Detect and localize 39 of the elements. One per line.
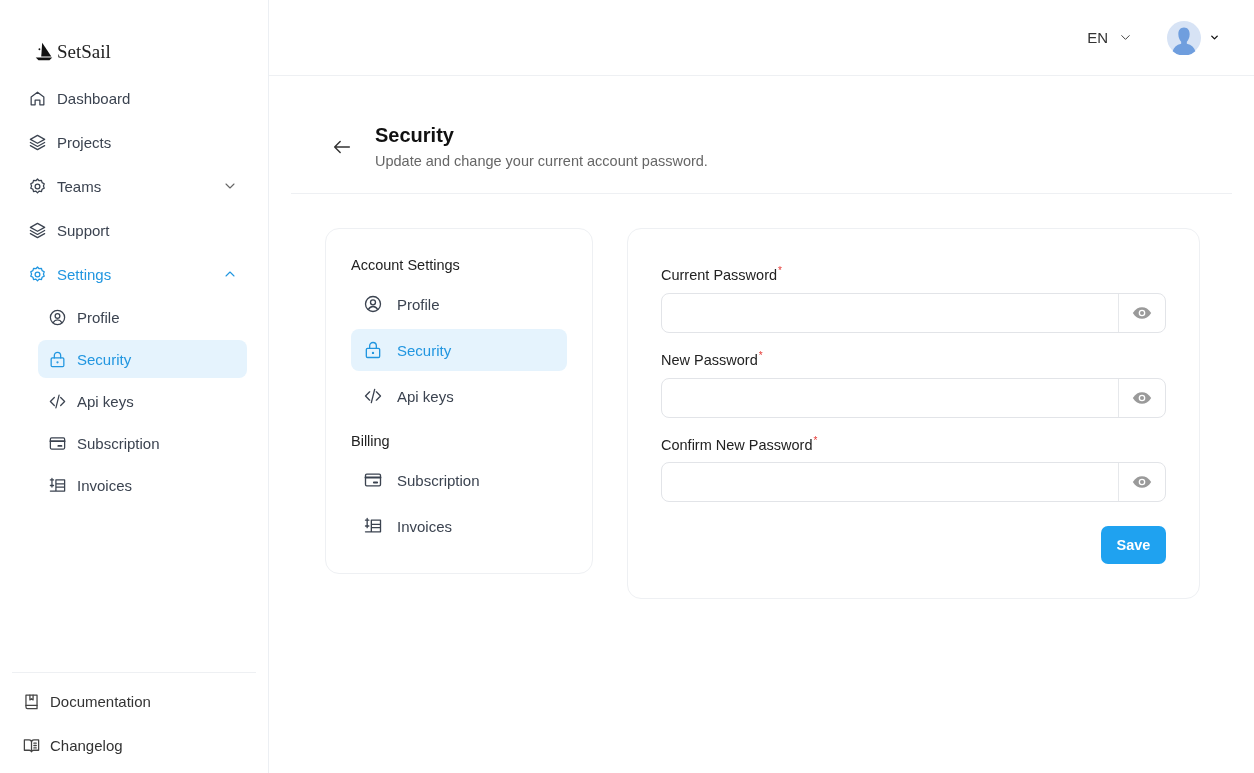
account-menu-button[interactable] <box>1167 20 1220 55</box>
settings-menu-item[interactable]: Api keys <box>351 375 567 417</box>
sidebar-link[interactable]: Changelog <box>12 723 256 767</box>
layers-icon <box>28 132 47 152</box>
nav-subitem[interactable]: Profile <box>38 298 247 336</box>
field-label: New Password$^{*}$ <box>661 349 764 368</box>
settings-menu-item[interactable]: Invoices <box>351 505 567 547</box>
code-icon <box>363 386 383 406</box>
settings-menu-item[interactable]: Profile <box>351 283 567 325</box>
gear-icon <box>28 264 47 284</box>
nav-item[interactable]: Teams <box>18 164 248 208</box>
gear-icon <box>28 176 47 196</box>
settings-menu-item[interactable]: Subscription <box>351 459 567 501</box>
field-label: Current Password$^{*}$ <box>661 265 783 283</box>
user-circle-icon <box>363 294 383 314</box>
user-circle-icon <box>48 307 67 327</box>
nav-item[interactable]: Dashboard <box>18 76 248 120</box>
language-selector[interactable]: EN <box>1087 29 1133 46</box>
sidebar-link[interactable]: Documentation <box>12 679 256 723</box>
nav-item[interactable]: Support <box>18 208 248 252</box>
nav-subitem[interactable]: Api keys <box>38 382 247 420</box>
lock-icon <box>48 349 67 369</box>
nav-item[interactable]: Projects <box>18 120 248 164</box>
page-subtitle: Update and change your current account password. <box>375 153 708 169</box>
password-field[interactable] <box>661 462 1166 503</box>
nav-subitem[interactable]: Invoices <box>38 466 247 504</box>
layers-icon <box>28 220 47 240</box>
avatar-silhouette-icon <box>1167 20 1201 55</box>
nav-subitem[interactable]: Subscription <box>38 424 247 462</box>
section-heading: Account Settings <box>351 257 461 273</box>
receipt-icon <box>48 475 67 495</box>
brand-name: SetSail <box>57 41 111 63</box>
field-label: Confirm New Password$^{*}$ <box>661 434 819 453</box>
page-title: Security <box>375 124 455 147</box>
password-field[interactable] <box>661 292 1166 333</box>
section-heading: Billing <box>351 433 391 449</box>
password-field[interactable] <box>661 377 1166 418</box>
lock-icon <box>363 340 383 360</box>
chevron-down-icon <box>1209 32 1220 43</box>
